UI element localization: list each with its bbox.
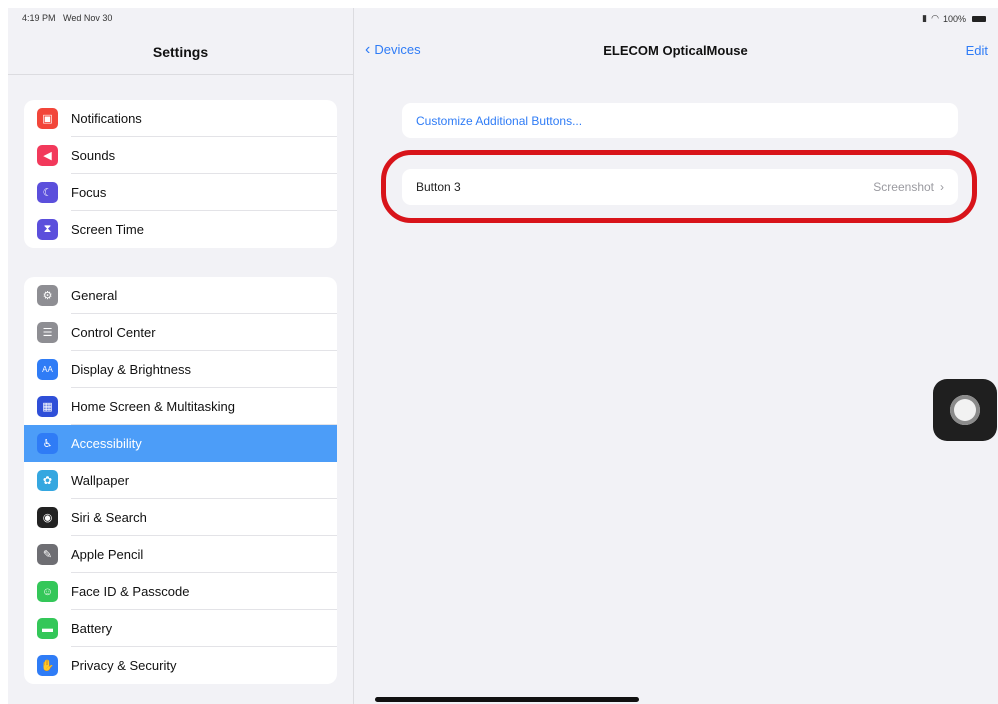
divider xyxy=(8,74,353,75)
sidebar-item-label: Face ID & Passcode xyxy=(71,584,190,599)
sidebar-item-sounds[interactable]: ◀ Sounds xyxy=(24,137,337,174)
flower-icon: ✿ xyxy=(37,470,58,491)
accessibility-icon: ♿ xyxy=(37,433,58,454)
sidebar-item-notifications[interactable]: ▣ Notifications xyxy=(24,100,337,137)
sidebar-item-label: Privacy & Security xyxy=(71,658,177,673)
sidebar-item-label: Apple Pencil xyxy=(71,547,144,562)
speaker-icon: ◀ xyxy=(37,145,58,166)
button-3-row[interactable]: Button 3 Screenshot › xyxy=(402,169,958,205)
sidebar-item-accessibility[interactable]: ♿ Accessibility xyxy=(24,425,337,462)
sidebar-item-label: General xyxy=(71,288,118,303)
button-3-label: Button 3 xyxy=(416,180,461,194)
sidebar-item-label: Screen Time xyxy=(71,222,144,237)
signal-icon: ▮ xyxy=(922,13,928,23)
bell-icon: ▣ xyxy=(37,108,58,129)
face-id-icon: ☺ xyxy=(37,581,58,602)
sidebar-item-label: Control Center xyxy=(71,325,156,340)
grid-icon: ▦ xyxy=(37,396,58,417)
battery-icon xyxy=(972,15,986,22)
sidebar-item-label: Accessibility xyxy=(71,436,142,451)
sidebar-item-screen-time[interactable]: ⧗ Screen Time xyxy=(24,211,337,248)
sidebar-item-label: Display & Brightness xyxy=(71,362,191,377)
sidebar-title: Settings xyxy=(152,44,209,60)
status-time-date: 4:19 PM Wed Nov 30 xyxy=(22,13,112,23)
wifi-icon: ◠ xyxy=(931,13,939,23)
sidebar-item-apple-pencil[interactable]: ✎ Apple Pencil xyxy=(24,536,337,573)
edit-button[interactable]: Edit xyxy=(966,43,988,58)
hand-icon: ✋ xyxy=(37,655,58,676)
battery-percent: 100% xyxy=(942,13,966,24)
sidebar-item-home-screen-multitasking[interactable]: ▦ Home Screen & Multitasking xyxy=(24,388,337,425)
sidebar-item-label: Sounds xyxy=(71,148,116,163)
page-title: ELECOM OpticalMouse xyxy=(603,43,748,58)
sidebar-item-privacy-security[interactable]: ✋ Privacy & Security xyxy=(24,647,337,684)
status-time: 4:19 PM xyxy=(22,13,56,23)
status-date: Wed Nov 30 xyxy=(63,13,113,23)
assistive-touch-button[interactable] xyxy=(933,379,997,441)
sidebar-item-general[interactable]: ⚙ General xyxy=(24,277,337,314)
customize-buttons-row[interactable]: Customize Additional Buttons... xyxy=(402,103,958,138)
gear-icon: ⚙ xyxy=(37,285,58,306)
sidebar-item-label: Home Screen & Multitasking xyxy=(71,399,236,414)
sidebar-item-siri-search[interactable]: ◉ Siri & Search xyxy=(24,499,337,536)
sidebar-item-face-id-passcode[interactable]: ☺ Face ID & Passcode xyxy=(24,573,337,610)
sidebar-item-focus[interactable]: ☾ Focus xyxy=(24,174,337,211)
home-indicator[interactable] xyxy=(375,697,639,702)
sidebar-item-label: Siri & Search xyxy=(71,510,147,525)
sidebar-item-display-brightness[interactable]: AA Display & Brightness xyxy=(24,351,337,388)
status-indicators: ▮ ◠ 100% xyxy=(922,13,986,24)
button-3-value-group: Screenshot › xyxy=(873,180,944,194)
sidebar-item-control-center[interactable]: ☰ Control Center xyxy=(24,314,337,351)
settings-sidebar: Settings ▣ Notifications ◀ Sounds ☾ Focus ⧗ Scr… xyxy=(8,8,354,704)
chevron-right-icon: › xyxy=(940,180,944,194)
sidebar-item-wallpaper[interactable]: ✿ Wallpaper xyxy=(24,462,337,499)
sidebar-item-label: Wallpaper xyxy=(71,473,130,488)
button-3-value: Screenshot xyxy=(873,180,934,194)
sidebar-item-label: Battery xyxy=(71,621,113,636)
toggles-icon: ☰ xyxy=(37,322,58,343)
assistive-touch-icon xyxy=(950,395,980,425)
text-size-icon: AA xyxy=(37,359,58,380)
customize-buttons-label: Customize Additional Buttons... xyxy=(416,113,583,128)
hourglass-icon: ⧗ xyxy=(37,219,58,240)
sidebar-item-battery[interactable]: ▬ Battery xyxy=(24,610,337,647)
sidebar-item-label: Focus xyxy=(71,185,107,200)
battery-icon: ▬ xyxy=(37,618,58,639)
pencil-icon: ✎ xyxy=(37,544,58,565)
sidebar-item-label: Notifications xyxy=(71,111,142,126)
moon-icon: ☾ xyxy=(37,182,58,203)
siri-icon: ◉ xyxy=(37,507,58,528)
settings-group-1: ▣ Notifications ◀ Sounds ☾ Focus ⧗ Screen Time xyxy=(24,100,337,248)
settings-group-2: ⚙ General ☰ Control Center AA Display & Brigh… xyxy=(24,277,337,684)
